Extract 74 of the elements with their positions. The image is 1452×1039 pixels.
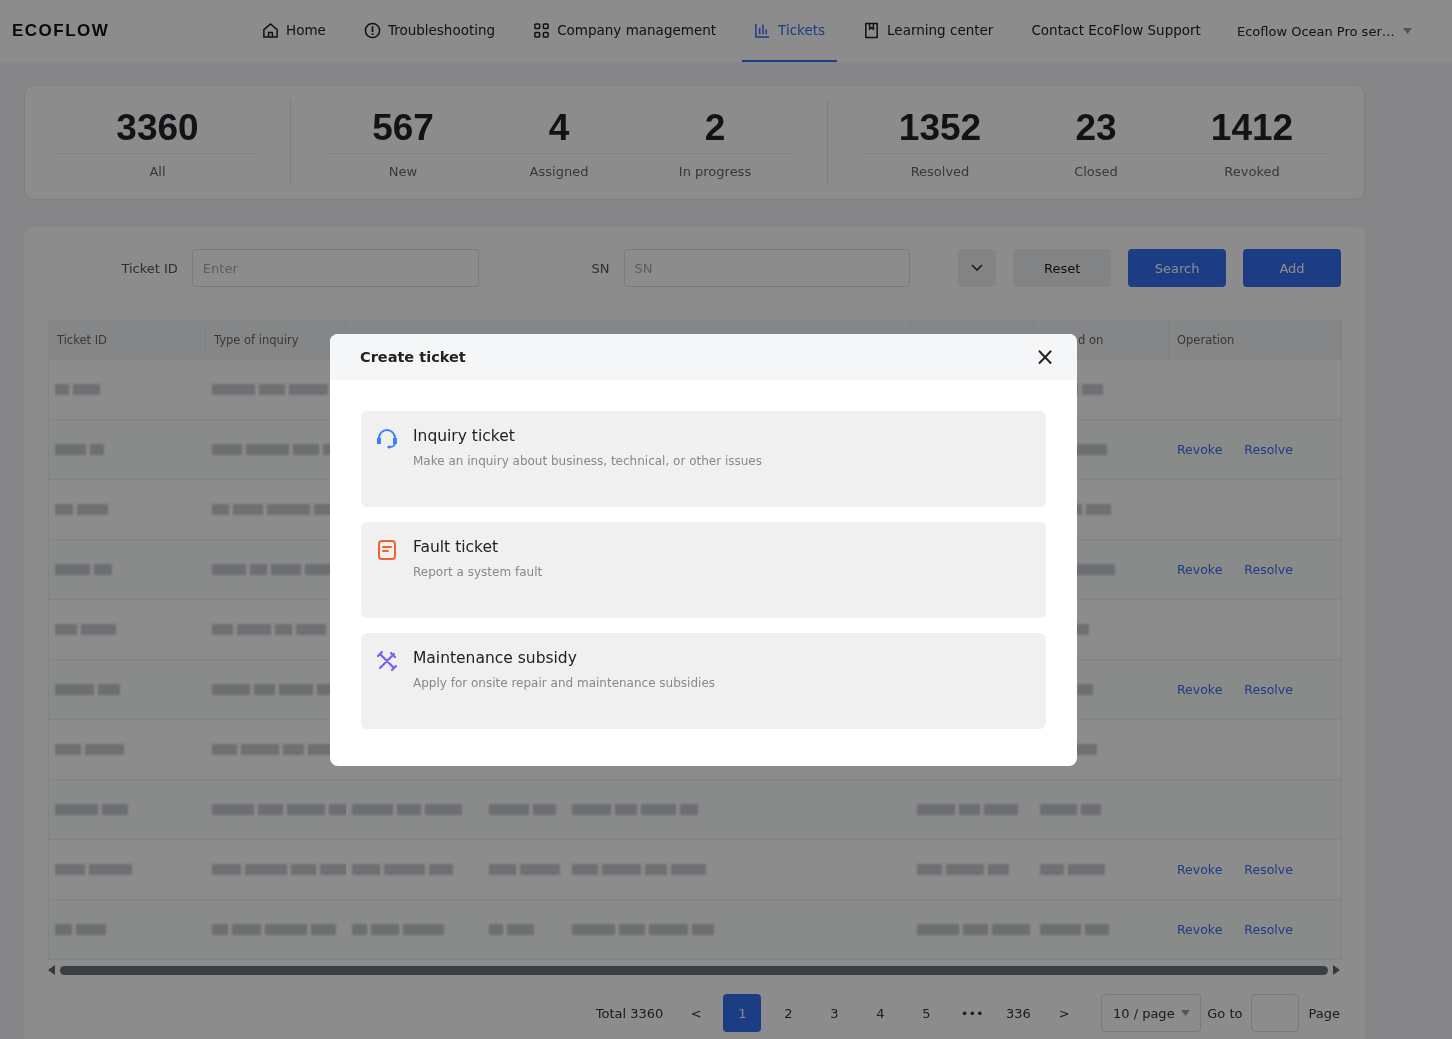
row-action-link[interactable]: Revoke: [1177, 562, 1223, 577]
stat-value: 567: [325, 106, 481, 154]
stat-label: Closed: [1074, 164, 1118, 179]
logo: ECOFLOW: [12, 21, 111, 41]
page-button[interactable]: 4: [861, 994, 900, 1032]
page-button[interactable]: 3: [815, 994, 854, 1032]
scroll-left-icon[interactable]: [48, 965, 56, 975]
stat-label: Assigned: [529, 164, 589, 179]
nav-tab[interactable]: Home: [250, 0, 338, 62]
row-action-link[interactable]: Revoke: [1177, 442, 1223, 457]
close-button[interactable]: ×: [1034, 345, 1055, 369]
total-count: Total 3360: [595, 1005, 664, 1021]
action-button[interactable]: Add: [1243, 249, 1341, 287]
nav-tab[interactable]: Tickets: [742, 0, 838, 62]
page-size-dropdown[interactable]: 10 / page: [1101, 994, 1202, 1032]
action-button[interactable]: Reset: [1013, 249, 1112, 287]
row-action-link[interactable]: Resolve: [1244, 682, 1293, 697]
expand-button[interactable]: [958, 249, 997, 287]
nav-tab[interactable]: Company management: [521, 0, 729, 62]
row-action-link[interactable]: Resolve: [1244, 922, 1293, 937]
stat-value: 1352: [862, 106, 1018, 154]
nav-tab[interactable]: Contact EcoFlow Support: [1019, 0, 1213, 62]
stat-value: 23: [1018, 106, 1174, 154]
dialog-title: Create ticket: [360, 349, 466, 365]
stat-value: 4: [481, 106, 637, 154]
stat-label: Revoked: [1224, 164, 1280, 179]
column-header: Type of inquiry: [214, 333, 299, 347]
row-action-link[interactable]: Revoke: [1177, 682, 1223, 697]
stat-label: Resolved: [910, 164, 970, 179]
ticket-type-option[interactable]: Inquiry ticket Make an inquiry about business, technical, or other issues: [361, 411, 1046, 507]
previous-page-button[interactable]: <: [677, 994, 716, 1032]
nav-tab[interactable]: Learning center: [851, 0, 1006, 62]
stat-label: In progress: [678, 164, 752, 179]
row-action-link[interactable]: Resolve: [1244, 862, 1293, 877]
field-label: SN: [591, 260, 610, 276]
grid-icon: [533, 21, 551, 39]
stat-value: 1412: [1174, 106, 1330, 154]
ticket-type-option[interactable]: Fault ticket Report a system fault: [361, 522, 1046, 618]
row-action-link[interactable]: Revoke: [1177, 922, 1223, 937]
stat-label: New: [388, 164, 418, 179]
next-page-button[interactable]: >: [1045, 994, 1084, 1032]
horizontal-scrollbar[interactable]: [48, 963, 1340, 977]
page-label: Page: [1308, 1005, 1340, 1021]
row-action-link[interactable]: Revoke: [1177, 862, 1223, 877]
page-button[interactable]: 1: [723, 994, 762, 1032]
action-button[interactable]: Search: [1128, 249, 1227, 287]
ticket-type-option[interactable]: Maintenance subsidy Apply for onsite repair and maintenance subsidies: [361, 633, 1046, 729]
account-dropdown[interactable]: Ecoflow Ocean Pro ser…: [1230, 22, 1418, 40]
column-header: d on: [1078, 333, 1104, 347]
row-action-link[interactable]: Resolve: [1244, 562, 1293, 577]
stat-label: All: [149, 164, 166, 179]
chevron-down-icon: [971, 264, 984, 272]
nav-tab[interactable]: Troubleshooting: [351, 0, 508, 62]
tools-icon: [375, 649, 399, 673]
ellipsis: •••: [959, 1004, 985, 1023]
row-action-link[interactable]: Resolve: [1244, 442, 1293, 457]
field-label: Ticket ID: [120, 260, 178, 276]
headset-icon: [375, 427, 399, 451]
page-button[interactable]: 5: [907, 994, 946, 1032]
caret-icon: [1402, 28, 1412, 34]
page-button[interactable]: 2: [769, 994, 808, 1032]
document-icon: [375, 538, 399, 562]
bookmark-icon: [863, 21, 881, 39]
caret-icon: [1180, 1010, 1190, 1016]
page-button[interactable]: 336: [999, 994, 1038, 1032]
scroll-right-icon[interactable]: [1332, 965, 1340, 975]
stat-value: 3360: [55, 106, 261, 154]
stat-value: 2: [637, 106, 793, 154]
column-header: Ticket ID: [57, 333, 107, 347]
bar-chart-icon: [754, 21, 772, 39]
column-header: Operation: [1177, 333, 1235, 347]
alert-icon: [363, 21, 381, 39]
goto-label: Go to: [1207, 1005, 1243, 1021]
home-icon: [262, 21, 279, 39]
